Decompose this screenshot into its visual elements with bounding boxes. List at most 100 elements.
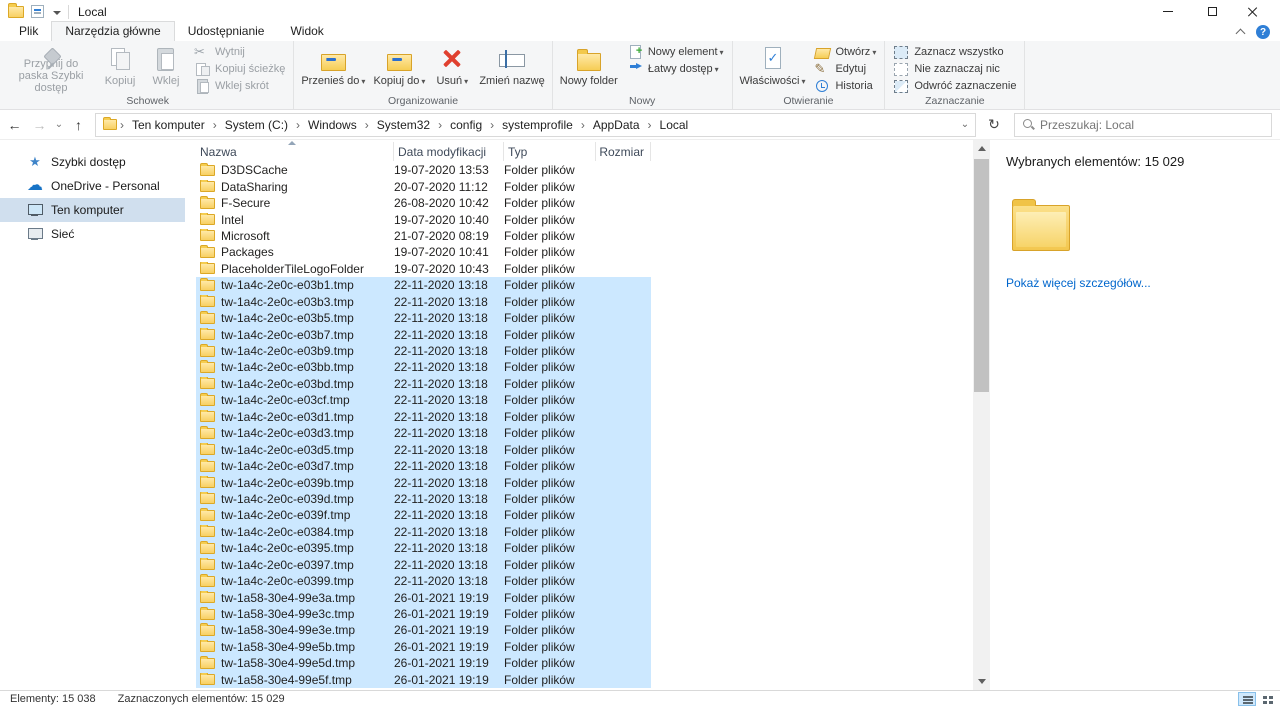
file-row[interactable]: tw-1a4c-2e0c-e039b.tmp22-11-2020 13:18Fo… [196,474,651,490]
otwórz-button[interactable]: Otwórz▾ [809,44,881,60]
właściwości-button[interactable]: Właściwości▾ [736,41,810,95]
file-row[interactable]: F-Secure26-08-2020 10:42Folder plików [196,195,651,211]
file-row[interactable]: tw-1a58-30e4-99e5f.tmp26-01-2021 19:19Fo… [196,672,651,688]
qat-properties-icon[interactable] [31,5,44,18]
scroll-up-icon[interactable] [973,140,990,157]
file-row[interactable]: tw-1a4c-2e0c-e03d1.tmp22-11-2020 13:18Fo… [196,409,651,425]
tab-narzędzia-główne[interactable]: Narzędzia główne [51,21,174,41]
file-row[interactable]: tw-1a4c-2e0c-e03b1.tmp22-11-2020 13:18Fo… [196,277,651,293]
sidebar-item-sieć[interactable]: Sieć [0,222,185,246]
file-row[interactable]: tw-1a4c-2e0c-e03cf.tmp22-11-2020 13:18Fo… [196,392,651,408]
file-row[interactable]: tw-1a4c-2e0c-e0395.tmp22-11-2020 13:18Fo… [196,540,651,556]
search-input[interactable] [1040,115,1271,135]
file-row[interactable]: tw-1a4c-2e0c-e03bb.tmp22-11-2020 13:18Fo… [196,359,651,375]
file-row[interactable]: PlaceholderTileLogoFolder19-07-2020 10:4… [196,261,651,277]
odwróć-zaznaczenie-button[interactable]: Odwróć zaznaczenie [888,78,1021,94]
kopiuj-do-button[interactable]: Kopiuj do▾ [369,41,429,95]
file-row[interactable]: Packages19-07-2020 10:41Folder plików [196,244,651,260]
up-button[interactable]: ↑ [66,112,91,137]
sidebar-item-onedrive-personal[interactable]: OneDrive - Personal [0,174,185,198]
breadcrumb-item-systemprofile[interactable]: systemprofile [495,114,580,136]
close-button[interactable] [1235,0,1280,23]
file-row[interactable]: DataSharing20-07-2020 11:12Folder plików [196,178,651,194]
selected-count: Zaznaczonych elementów: 15 029 [118,693,285,705]
address-field[interactable]: ›Ten komputer›System (C:)›Windows›System… [95,113,976,137]
nie-zaznaczaj-nic-button[interactable]: Nie zaznaczaj nic [888,61,1021,77]
breadcrumb-item-ten-komputer[interactable]: Ten komputer [125,114,212,136]
file-row[interactable]: tw-1a4c-2e0c-e039d.tmp22-11-2020 13:18Fo… [196,491,651,507]
details-view-icon[interactable] [1238,692,1256,706]
file-row[interactable]: tw-1a4c-2e0c-e03b3.tmp22-11-2020 13:18Fo… [196,294,651,310]
thumbnails-view-icon[interactable] [1258,692,1276,706]
zaznacz-wszystko-button[interactable]: Zaznacz wszystko [888,44,1021,60]
breadcrumb-item-system32[interactable]: System32 [370,114,437,136]
file-row[interactable]: tw-1a4c-2e0c-e03d7.tmp22-11-2020 13:18Fo… [196,458,651,474]
file-row[interactable]: tw-1a4c-2e0c-e03d3.tmp22-11-2020 13:18Fo… [196,425,651,441]
sidebar-item-szybki-dostęp[interactable]: Szybki dostęp [0,150,185,174]
tab-widok[interactable]: Widok [277,22,336,41]
scroll-down-icon[interactable] [973,673,990,690]
file-row[interactable]: tw-1a4c-2e0c-e03b5.tmp22-11-2020 13:18Fo… [196,310,651,326]
file-type: Folder plików [504,656,596,670]
breadcrumb-item-system-(c-)[interactable]: System (C:) [218,114,295,136]
column-header-data-modyfikacji[interactable]: Data modyfikacji [394,142,504,161]
file-type: Folder plików [504,360,596,374]
łatwy-dostęp-button[interactable]: Łatwy dostęp▾ [622,61,729,77]
nowy-element-button[interactable]: Nowy element▾ [622,44,729,60]
file-row[interactable]: Microsoft21-07-2020 08:19Folder plików [196,228,651,244]
file-row[interactable]: tw-1a4c-2e0c-e0384.tmp22-11-2020 13:18Fo… [196,524,651,540]
collapse-ribbon-icon[interactable] [1236,28,1246,36]
recent-locations-chevron-icon[interactable]: ⌄ [52,112,66,137]
breadcrumb-item-config[interactable]: config [443,114,489,136]
file-row[interactable]: tw-1a58-30e4-99e3a.tmp26-01-2021 19:19Fo… [196,589,651,605]
file-row[interactable]: tw-1a58-30e4-99e5d.tmp26-01-2021 19:19Fo… [196,655,651,671]
file-row[interactable]: Intel19-07-2020 10:40Folder plików [196,211,651,227]
usuń-button[interactable]: Usuń▾ [429,41,475,95]
file-row[interactable]: tw-1a58-30e4-99e3c.tmp26-01-2021 19:19Fo… [196,606,651,622]
column-header-typ[interactable]: Typ [504,142,596,161]
file-row[interactable]: tw-1a58-30e4-99e3e.tmp26-01-2021 19:19Fo… [196,622,651,638]
qat-customize-chevron-icon[interactable] [51,7,61,17]
help-icon[interactable]: ? [1256,25,1270,39]
tab-plik[interactable]: Plik [6,22,51,41]
minimize-button[interactable] [1145,0,1190,23]
sidebar-item-ten-komputer[interactable]: Ten komputer [0,198,185,222]
file-row[interactable]: tw-1a4c-2e0c-e03d5.tmp22-11-2020 13:18Fo… [196,441,651,457]
edytuj-button[interactable]: Edytuj [809,61,881,77]
przenieś-do-button[interactable]: Przenieś do▾ [297,41,369,95]
folder-icon [200,181,215,192]
breadcrumb-item-appdata[interactable]: AppData [586,114,647,136]
breadcrumb-item-local[interactable]: Local [653,114,696,136]
file-type: Folder plików [504,492,596,506]
file-name: tw-1a4c-2e0c-e0399.tmp [221,574,354,588]
historia-button[interactable]: Historia [809,78,881,94]
tab-udostępnianie[interactable]: Udostępnianie [175,22,278,41]
file-row[interactable]: tw-1a4c-2e0c-e0397.tmp22-11-2020 13:18Fo… [196,557,651,573]
file-row[interactable]: tw-1a58-30e4-99e5b.tmp26-01-2021 19:19Fo… [196,639,651,655]
column-header-nazwa[interactable]: Nazwa [196,142,394,161]
refresh-icon[interactable]: ↻ [982,113,1006,137]
breadcrumb-item-windows[interactable]: Windows [301,114,364,136]
file-row[interactable]: tw-1a4c-2e0c-e0399.tmp22-11-2020 13:18Fo… [196,573,651,589]
vertical-scrollbar[interactable] [973,140,990,690]
file-row[interactable]: tw-1a4c-2e0c-e03bd.tmp22-11-2020 13:18Fo… [196,376,651,392]
star-icon [26,154,44,170]
paste-shortcut-icon [194,79,210,93]
address-dropdown-chevron-icon[interactable]: ⌄ [955,119,975,130]
column-header-rozmiar[interactable]: Rozmiar [596,142,651,161]
file-row[interactable]: tw-1a4c-2e0c-e03b7.tmp22-11-2020 13:18Fo… [196,326,651,342]
zmień-nazwę-button[interactable]: Zmień nazwę [475,41,548,95]
file-row[interactable]: tw-1a4c-2e0c-e03b9.tmp22-11-2020 13:18Fo… [196,343,651,359]
properties-icon [758,45,788,73]
maximize-button[interactable] [1190,0,1235,23]
forward-button[interactable]: → [27,112,52,137]
file-row[interactable]: tw-1a4c-2e0c-e039f.tmp22-11-2020 13:18Fo… [196,507,651,523]
show-more-details-link[interactable]: Pokaż więcej szczegółów... [1006,276,1264,290]
file-type: Folder plików [504,558,596,572]
file-row[interactable]: D3DSCache19-07-2020 13:53Folder plików [196,162,651,178]
scrollbar-thumb[interactable] [974,159,989,392]
back-button[interactable]: ← [2,112,27,137]
file-date: 19-07-2020 10:41 [394,245,504,259]
file-name: tw-1a4c-2e0c-e03b3.tmp [221,295,354,309]
nowy-folder-button[interactable]: Nowy folder [556,41,622,95]
